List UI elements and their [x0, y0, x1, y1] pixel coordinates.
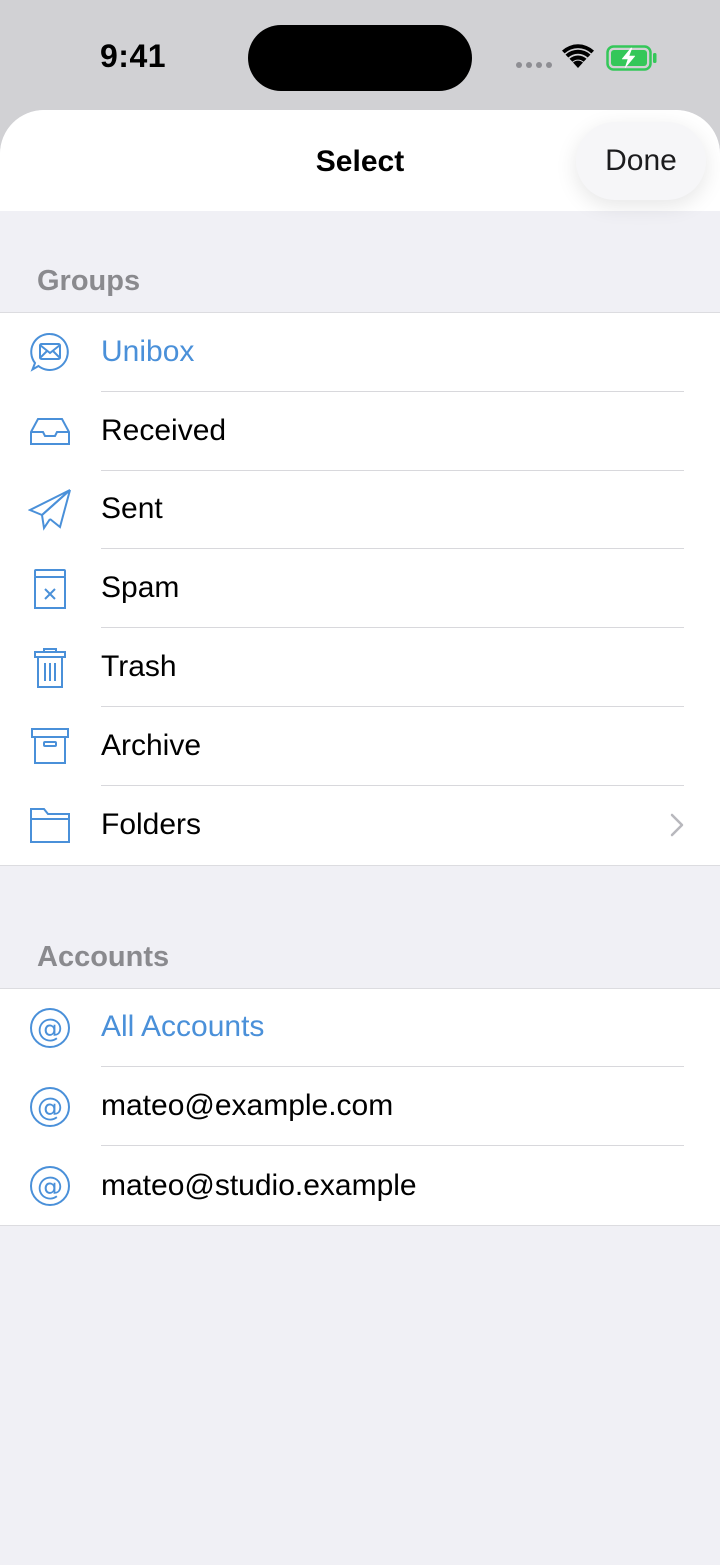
list-item-account[interactable]: @ mateo@example.com [0, 1067, 720, 1147]
at-sign-icon: @ [28, 1164, 72, 1208]
list-item-label: mateo@example.com [101, 1067, 684, 1147]
list-item-label: Trash [101, 628, 684, 707]
section-header-groups: Groups [37, 265, 141, 297]
trash-icon [28, 646, 72, 690]
done-button[interactable]: Done [576, 122, 706, 200]
paper-plane-icon [28, 488, 72, 532]
dynamic-island [248, 25, 472, 91]
list-item-label: Sent [101, 471, 684, 550]
status-bar: 9:41 [0, 0, 720, 115]
groups-list: Unibox Received Sent Spam Trash Archive … [0, 312, 720, 866]
list-item-archive[interactable]: Archive [0, 707, 720, 786]
at-sign-icon: @ [28, 1006, 72, 1050]
navigation-bar: Select Done [0, 110, 720, 211]
list-item-label: Spam [101, 549, 684, 629]
chevron-right-icon [670, 813, 684, 837]
list-item-label: mateo@studio.example [101, 1168, 417, 1202]
list-item-label: Unibox [101, 313, 684, 392]
svg-text:@: @ [37, 1014, 63, 1044]
list-item-trash[interactable]: Trash [0, 628, 720, 707]
list-item-account[interactable]: @ mateo@studio.example [0, 1146, 720, 1225]
battery-charging-icon [606, 45, 657, 71]
list-item-folders[interactable]: Folders [0, 786, 720, 865]
unibox-icon [28, 330, 72, 374]
section-header-accounts: Accounts [37, 940, 170, 973]
wifi-icon [562, 44, 594, 68]
archive-box-icon [28, 724, 72, 768]
spam-bin-icon [28, 567, 72, 611]
list-item-label: Archive [101, 707, 684, 786]
select-sheet: Select Done Groups Unibox Received Sent … [0, 110, 720, 1565]
status-time: 9:41 [100, 38, 167, 74]
list-item-received[interactable]: Received [0, 392, 720, 471]
accounts-list: @ All Accounts @ mateo@example.com @ mat [0, 987, 720, 1226]
list-item-label: Received [101, 392, 684, 471]
inbox-tray-icon [28, 409, 72, 453]
cellular-signal-icon [516, 62, 552, 68]
svg-text:@: @ [37, 1093, 63, 1123]
list-item-all-accounts[interactable]: @ All Accounts [0, 989, 720, 1068]
folder-icon [28, 803, 72, 847]
list-item-sent[interactable]: Sent [0, 471, 720, 550]
list-item-label: All Accounts [101, 989, 684, 1068]
list-item-unibox[interactable]: Unibox [0, 313, 720, 392]
at-sign-icon: @ [28, 1085, 72, 1129]
list-item-label: Folders [101, 808, 202, 842]
svg-text:@: @ [37, 1172, 63, 1202]
list-item-spam[interactable]: Spam [0, 549, 720, 629]
